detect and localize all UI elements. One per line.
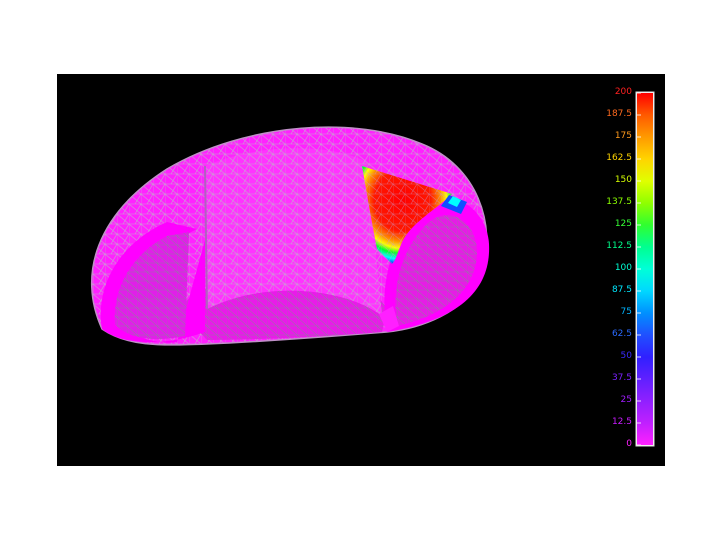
scale-label: 150 — [614, 175, 632, 185]
color-scale-labels: 200 187.5 175 162.5 150 137.5 125 112.5 … — [57, 74, 665, 466]
scale-label: 87.5 — [611, 285, 632, 295]
scale-label: 137.5 — [606, 197, 632, 207]
scale-label: 175 — [614, 131, 632, 141]
fem-viewport[interactable]: 200 187.5 175 162.5 150 137.5 125 112.5 … — [57, 74, 665, 466]
scale-label: 200 — [614, 87, 632, 97]
scale-label: 162.5 — [606, 153, 632, 163]
scale-label: 100 — [614, 263, 632, 273]
scale-label: 37.5 — [611, 373, 632, 383]
scale-label: 25 — [620, 395, 632, 405]
scale-label: 125 — [614, 219, 632, 229]
scale-label: 50 — [620, 351, 632, 361]
scale-label: 0 — [626, 439, 632, 449]
scale-label: 187.5 — [606, 109, 632, 119]
scale-label: 12.5 — [611, 417, 632, 427]
scale-label: 62.5 — [611, 329, 632, 339]
scale-label: 75 — [620, 307, 632, 317]
scale-label: 112.5 — [606, 241, 632, 251]
